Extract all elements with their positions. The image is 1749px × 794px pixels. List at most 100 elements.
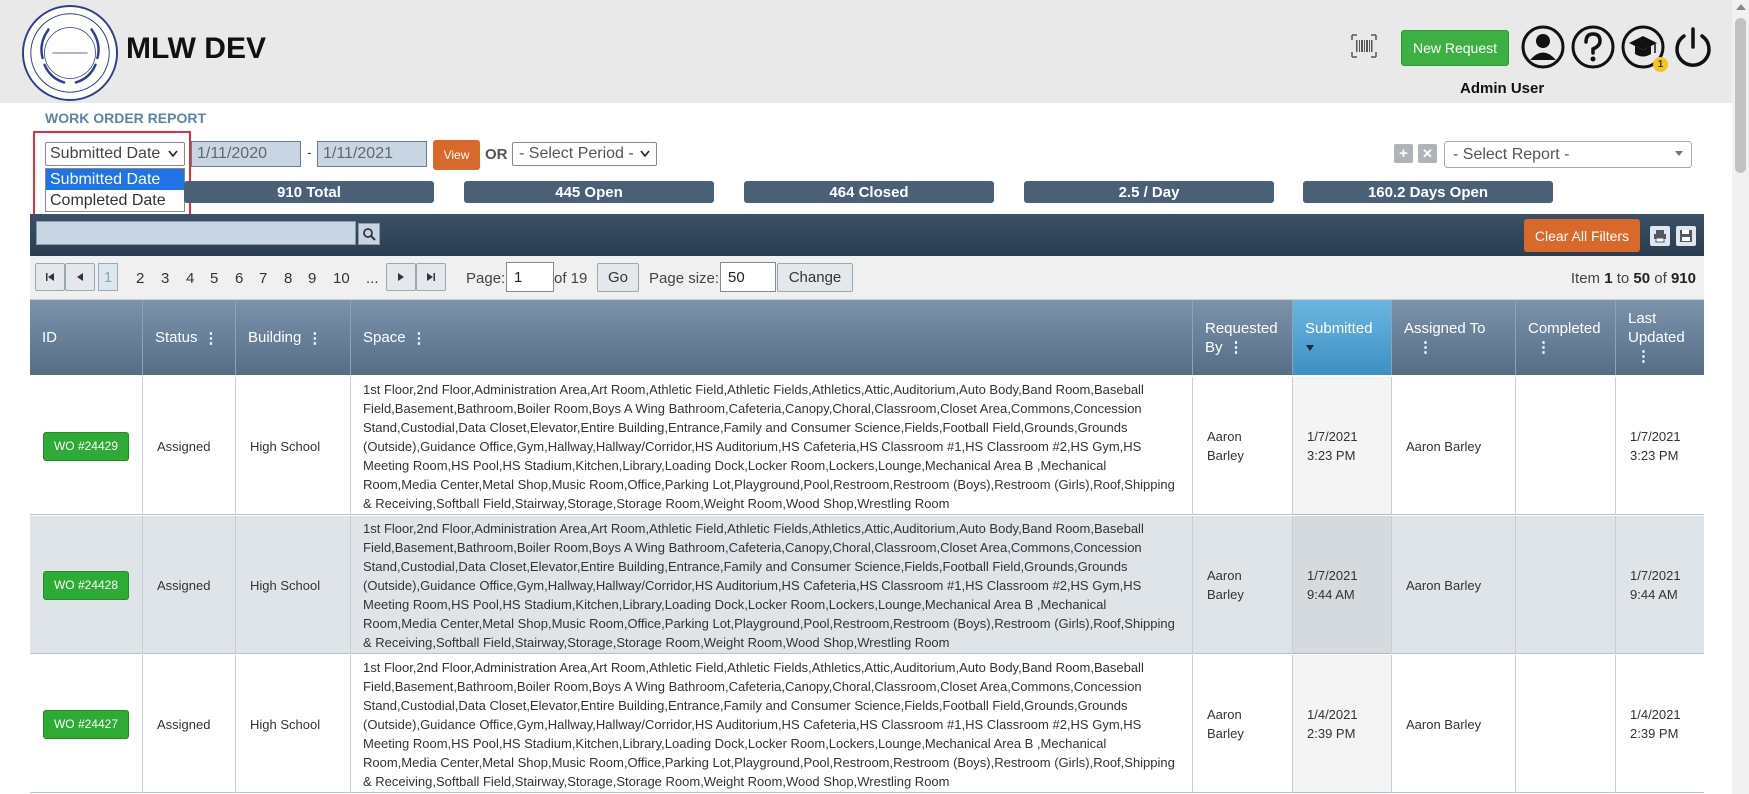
end-date-input[interactable]: 1/11/2021 <box>317 141 427 167</box>
column-header-last-updated[interactable]: Last Updated ⋮ <box>1616 300 1704 375</box>
column-header-requested-by[interactable]: Requested By ⋮ <box>1193 300 1293 375</box>
go-button[interactable]: Go <box>597 263 639 292</box>
last-updated-cell: 1/7/2021 9:44 AM <box>1630 568 1681 602</box>
help-icon[interactable] <box>1571 25 1615 69</box>
add-report-icon[interactable]: + <box>1394 144 1413 163</box>
user-circle-icon[interactable] <box>1521 25 1565 69</box>
column-menu-icon[interactable]: ⋮ <box>1536 338 1551 357</box>
change-button[interactable]: Change <box>777 263 853 292</box>
next-page-icon[interactable] <box>386 263 416 291</box>
page-number[interactable]: 3 <box>161 270 169 287</box>
clear-all-filters-button[interactable]: Clear All Filters <box>1524 219 1640 252</box>
id-cell: WO #24427 <box>30 655 143 793</box>
pager: 1 2 3 4 5 6 7 8 9 10 ... Page: 1 of 19 G… <box>30 256 1704 300</box>
stat-open: 445 Open <box>464 181 714 203</box>
work-order-button[interactable]: WO #24429 <box>43 431 129 461</box>
building-cell: High School <box>236 377 351 515</box>
date-separator: - <box>307 144 312 160</box>
new-request-button[interactable]: New Request <box>1401 30 1509 66</box>
last-updated-cell: 1/7/2021 3:23 PM <box>1630 429 1681 463</box>
search-input[interactable] <box>36 221 356 245</box>
scroll-up-icon[interactable] <box>1736 4 1746 10</box>
status-cell: Assigned <box>143 516 236 654</box>
column-menu-icon[interactable]: ⋮ <box>307 329 322 347</box>
start-date-input[interactable]: 1/11/2020 <box>191 141 301 167</box>
stat-days-open: 160.2 Days Open <box>1303 181 1553 203</box>
caret-down-icon <box>1675 151 1683 156</box>
notification-badge: 1 <box>1653 57 1668 72</box>
remove-report-icon[interactable]: ✕ <box>1418 144 1437 163</box>
page-number[interactable]: 5 <box>210 270 218 287</box>
item-range-info: Item 1 to 50 of 910 <box>1570 270 1696 287</box>
report-title: WORK ORDER REPORT <box>45 110 206 126</box>
school-seal-logo[interactable] <box>21 4 119 102</box>
submitted-cell: 1/7/2021 3:23 PM <box>1293 377 1392 515</box>
user-name: Admin User <box>1460 80 1545 97</box>
table-header: ID Status ⋮ Building ⋮ Space ⋮ Requested By ⋮… <box>30 300 1704 375</box>
page-number[interactable]: 6 <box>235 270 243 287</box>
column-header-space[interactable]: Space ⋮ <box>351 300 1193 375</box>
space-cell: 1st Floor,2nd Floor,Administration Area,… <box>351 377 1193 515</box>
table-row: WO #24428 Assigned High School 1st Floor… <box>30 516 1704 654</box>
view-button[interactable]: View <box>433 140 480 170</box>
page-number[interactable]: 2 <box>136 270 144 287</box>
column-header-completed[interactable]: Completed ⋮ <box>1516 300 1616 375</box>
page-size-input[interactable]: 50 <box>720 262 776 292</box>
column-header-assigned-to[interactable]: Assigned To ⋮ <box>1392 300 1516 375</box>
page-number[interactable]: 7 <box>259 270 267 287</box>
column-menu-icon[interactable]: ⋮ <box>1636 347 1651 366</box>
or-label: OR <box>485 146 508 163</box>
app-header: MLW DEV New Request 1 Admin User <box>0 0 1749 103</box>
page-label: Page: <box>466 270 506 287</box>
status-cell: Assigned <box>143 377 236 515</box>
previous-page-icon[interactable] <box>65 263 95 291</box>
page-scrollbar[interactable] <box>1732 0 1749 794</box>
table-row: WO #24429 Assigned High School 1st Floor… <box>30 377 1704 515</box>
page-number-current[interactable]: 1 <box>98 263 118 291</box>
page-number[interactable]: 10 <box>333 270 350 287</box>
barcode-icon[interactable] <box>1351 34 1377 58</box>
submitted-cell: 1/7/2021 9:44 AM <box>1293 516 1392 654</box>
requested-by-cell: Aaron Barley <box>1193 377 1293 515</box>
page-ellipsis[interactable]: ... <box>366 270 379 287</box>
search-icon[interactable] <box>358 223 380 245</box>
page-size-label: Page size: <box>649 270 720 287</box>
submitted-cell: 1/4/2021 2:39 PM <box>1293 655 1392 793</box>
building-cell: High School <box>236 655 351 793</box>
stat-per-day: 2.5 / Day <box>1024 181 1274 203</box>
report-placeholder: - Select Report - <box>1453 145 1570 163</box>
id-cell: WO #24428 <box>30 516 143 654</box>
column-menu-icon[interactable]: ⋮ <box>1229 338 1244 357</box>
id-cell: WO #24429 <box>30 377 143 515</box>
page-number[interactable]: 8 <box>284 270 292 287</box>
column-header-status[interactable]: Status ⋮ <box>143 300 236 375</box>
completed-cell <box>1516 655 1616 793</box>
column-header-id[interactable]: ID <box>30 300 143 375</box>
column-menu-icon[interactable]: ⋮ <box>1418 338 1433 357</box>
assigned-to-cell: Aaron Barley <box>1392 516 1516 654</box>
report-select[interactable]: - Select Report - <box>1444 141 1692 168</box>
space-cell: 1st Floor,2nd Floor,Administration Area,… <box>351 655 1193 793</box>
period-select[interactable]: - Select Period - <box>512 142 657 166</box>
requested-by-cell: Aaron Barley <box>1193 516 1293 654</box>
space-cell: 1st Floor,2nd Floor,Administration Area,… <box>351 516 1193 654</box>
work-order-button[interactable]: WO #24427 <box>43 709 129 739</box>
column-menu-icon[interactable]: ⋮ <box>204 329 219 347</box>
page-number[interactable]: 9 <box>308 270 316 287</box>
first-page-icon[interactable] <box>35 263 65 291</box>
column-header-submitted[interactable]: Submitted <box>1293 300 1392 375</box>
save-icon[interactable] <box>1676 226 1696 246</box>
page-number[interactable]: 4 <box>186 270 194 287</box>
column-header-building[interactable]: Building ⋮ <box>236 300 351 375</box>
print-icon[interactable] <box>1650 226 1670 246</box>
requested-by-cell: Aaron Barley <box>1193 655 1293 793</box>
building-cell: High School <box>236 516 351 654</box>
page-count-label: of 19 <box>554 270 588 287</box>
work-order-button[interactable]: WO #24428 <box>43 570 129 600</box>
completed-cell <box>1516 516 1616 654</box>
scrollbar-thumb[interactable] <box>1735 18 1746 173</box>
page-input[interactable]: 1 <box>506 262 554 292</box>
last-page-icon[interactable] <box>416 263 446 291</box>
column-menu-icon[interactable]: ⋮ <box>412 329 427 347</box>
power-icon[interactable] <box>1671 25 1715 69</box>
